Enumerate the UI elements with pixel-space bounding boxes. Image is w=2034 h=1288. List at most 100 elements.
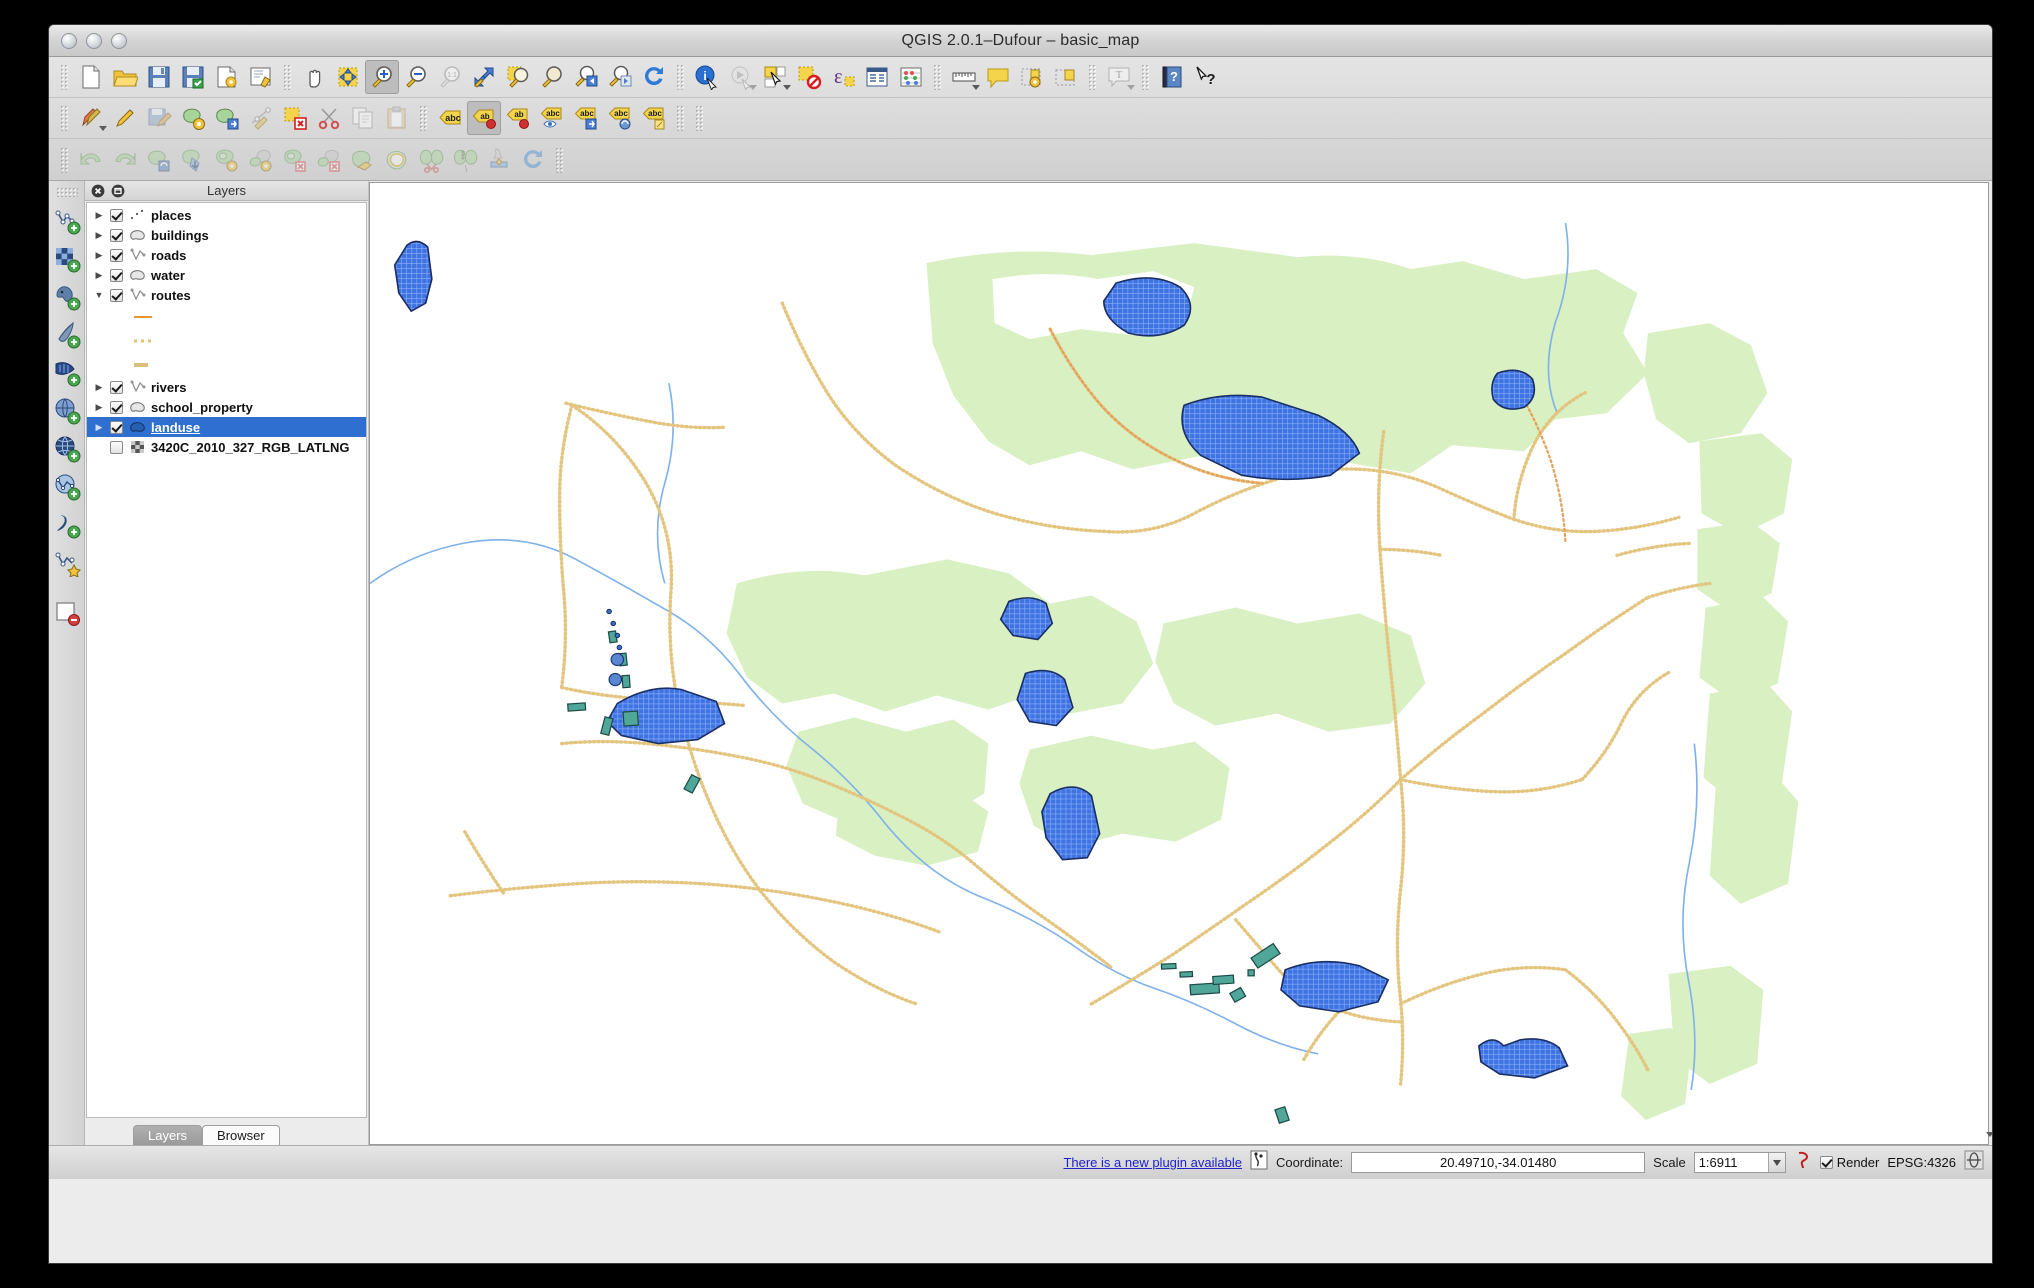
- zoom-to-selection-icon[interactable]: [501, 60, 535, 94]
- layer-item-school-property[interactable]: ▶ school_property: [87, 397, 366, 417]
- save-layer-edits-icon[interactable]: [142, 101, 176, 135]
- layer-tree[interactable]: ▶ places ▶ buildings ▶ roads ▶ water ▼ r…: [86, 202, 367, 1118]
- add-ring-icon[interactable]: [210, 143, 244, 177]
- rotate-point-symbols-icon[interactable]: [516, 143, 550, 177]
- crs-status-icon[interactable]: [1964, 1150, 1984, 1175]
- collapse-arrow-icon[interactable]: ▼: [93, 290, 105, 300]
- zoom-full-icon[interactable]: [467, 60, 501, 94]
- save-project-icon[interactable]: [142, 60, 176, 94]
- layer-visibility-checkbox[interactable]: [110, 268, 123, 282]
- reshape-features-icon[interactable]: [346, 143, 380, 177]
- toggle-editing-icon[interactable]: [108, 101, 142, 135]
- layer-item-rivers[interactable]: ▶ rivers: [87, 377, 366, 397]
- cut-features-icon[interactable]: [312, 101, 346, 135]
- toolbar-grip[interactable]: [283, 64, 292, 90]
- simplify-feature-icon[interactable]: [176, 143, 210, 177]
- identify-features-icon[interactable]: i: [690, 60, 724, 94]
- magnifier-icon[interactable]: [1794, 1150, 1812, 1175]
- chevron-down-icon[interactable]: [1127, 85, 1135, 90]
- delete-part-icon[interactable]: [312, 143, 346, 177]
- chevron-down-icon[interactable]: [99, 126, 107, 131]
- zoom-out-icon[interactable]: [399, 60, 433, 94]
- merge-features-icon[interactable]: [482, 143, 516, 177]
- undo-icon[interactable]: [74, 143, 108, 177]
- chevron-down-icon[interactable]: [749, 85, 757, 90]
- delete-selected-icon[interactable]: [278, 101, 312, 135]
- layer-visibility-checkbox[interactable]: [110, 380, 123, 394]
- chevron-down-icon[interactable]: [783, 85, 791, 90]
- open-project-icon[interactable]: [108, 60, 142, 94]
- text-annotation-icon[interactable]: T: [1102, 60, 1136, 94]
- add-spatialite-layer-icon[interactable]: [51, 317, 83, 353]
- current-edits-icon[interactable]: [74, 101, 108, 135]
- toolbar-grip[interactable]: [933, 64, 942, 90]
- open-attribute-table-icon[interactable]: [860, 60, 894, 94]
- show-bookmarks-icon[interactable]: [1049, 60, 1083, 94]
- paste-features-icon[interactable]: [380, 101, 414, 135]
- expand-arrow-icon[interactable]: ▶: [93, 250, 105, 260]
- toolbar-grip[interactable]: [60, 64, 69, 90]
- layer-visibility-checkbox[interactable]: [110, 288, 123, 302]
- statistics-icon[interactable]: [894, 60, 928, 94]
- layer-visibility-checkbox[interactable]: [110, 440, 123, 454]
- zoom-next-icon[interactable]: [603, 60, 637, 94]
- label-icon[interactable]: abc: [433, 101, 467, 135]
- expand-arrow-icon[interactable]: ▶: [93, 270, 105, 280]
- zoom-in-icon[interactable]: [365, 60, 399, 94]
- add-wcs-layer-icon[interactable]: [51, 393, 83, 429]
- node-tool-icon[interactable]: [244, 101, 278, 135]
- pan-to-selection-icon[interactable]: [331, 60, 365, 94]
- rotate-label-icon[interactable]: abc: [603, 101, 637, 135]
- help-icon[interactable]: ?: [1155, 60, 1189, 94]
- layer-item-buildings[interactable]: ▶ buildings: [87, 225, 366, 245]
- show-hide-label-icon[interactable]: abc: [535, 101, 569, 135]
- move-label-icon[interactable]: abc: [569, 101, 603, 135]
- zoom-native-icon[interactable]: 1:1: [433, 60, 467, 94]
- zoom-last-icon[interactable]: [569, 60, 603, 94]
- add-vector-layer-icon[interactable]: [51, 203, 83, 239]
- new-print-composer-icon[interactable]: [210, 60, 244, 94]
- scale-combobox[interactable]: 1:6911: [1693, 1152, 1786, 1173]
- layer-visibility-checkbox[interactable]: [110, 420, 123, 434]
- coordinate-input[interactable]: 20.49710,-34.01480: [1351, 1152, 1646, 1173]
- add-postgis-layer-icon[interactable]: [51, 279, 83, 315]
- pan-map-icon[interactable]: [297, 60, 331, 94]
- composer-manager-icon[interactable]: [244, 60, 278, 94]
- select-by-expression-icon[interactable]: ε: [826, 60, 860, 94]
- toolbar-grip[interactable]: [419, 105, 428, 131]
- refresh-icon[interactable]: [637, 60, 671, 94]
- expand-arrow-icon[interactable]: ▶: [93, 422, 105, 432]
- chevron-down-icon[interactable]: [972, 85, 980, 90]
- add-mssql-layer-icon[interactable]: [51, 355, 83, 391]
- select-features-icon[interactable]: [758, 60, 792, 94]
- pin-label-icon[interactable]: ab: [501, 101, 535, 135]
- expand-arrow-icon[interactable]: ▶: [93, 402, 105, 412]
- zoom-to-layer-icon[interactable]: [535, 60, 569, 94]
- add-part-icon[interactable]: [244, 143, 278, 177]
- toolbar-grip[interactable]: [55, 187, 78, 197]
- map-canvas[interactable]: [369, 182, 1989, 1145]
- save-project-as-icon[interactable]: [176, 60, 210, 94]
- add-delimited-text-layer-icon[interactable]: [51, 507, 83, 543]
- toolbar-grip[interactable]: [1141, 64, 1150, 90]
- map-tips-icon[interactable]: [981, 60, 1015, 94]
- plugin-icon[interactable]: [1250, 1150, 1268, 1175]
- toolbar-grip[interactable]: [60, 146, 69, 173]
- split-features-icon[interactable]: [414, 143, 448, 177]
- rotate-feature-icon[interactable]: [142, 143, 176, 177]
- layer-item-roads[interactable]: ▶ roads: [87, 245, 366, 265]
- layer-item-raster[interactable]: 3420C_2010_327_RGB_LATLNG: [87, 437, 366, 457]
- new-bookmark-icon[interactable]: [1015, 60, 1049, 94]
- toolbar-grip[interactable]: [60, 105, 69, 131]
- layer-visibility-checkbox[interactable]: [110, 228, 123, 242]
- expand-arrow-icon[interactable]: ▶: [93, 382, 105, 392]
- layer-item-water[interactable]: ▶ water: [87, 265, 366, 285]
- chevron-down-icon[interactable]: [1767, 1153, 1785, 1172]
- add-feature-icon[interactable]: [176, 101, 210, 135]
- layer-visibility-checkbox[interactable]: [110, 400, 123, 414]
- move-feature-icon[interactable]: [210, 101, 244, 135]
- layer-item-routes[interactable]: ▼ routes: [87, 285, 366, 305]
- run-feature-action-icon[interactable]: [724, 60, 758, 94]
- expand-arrow-icon[interactable]: ▶: [93, 230, 105, 240]
- chevron-down-icon[interactable]: [1986, 1132, 1992, 1137]
